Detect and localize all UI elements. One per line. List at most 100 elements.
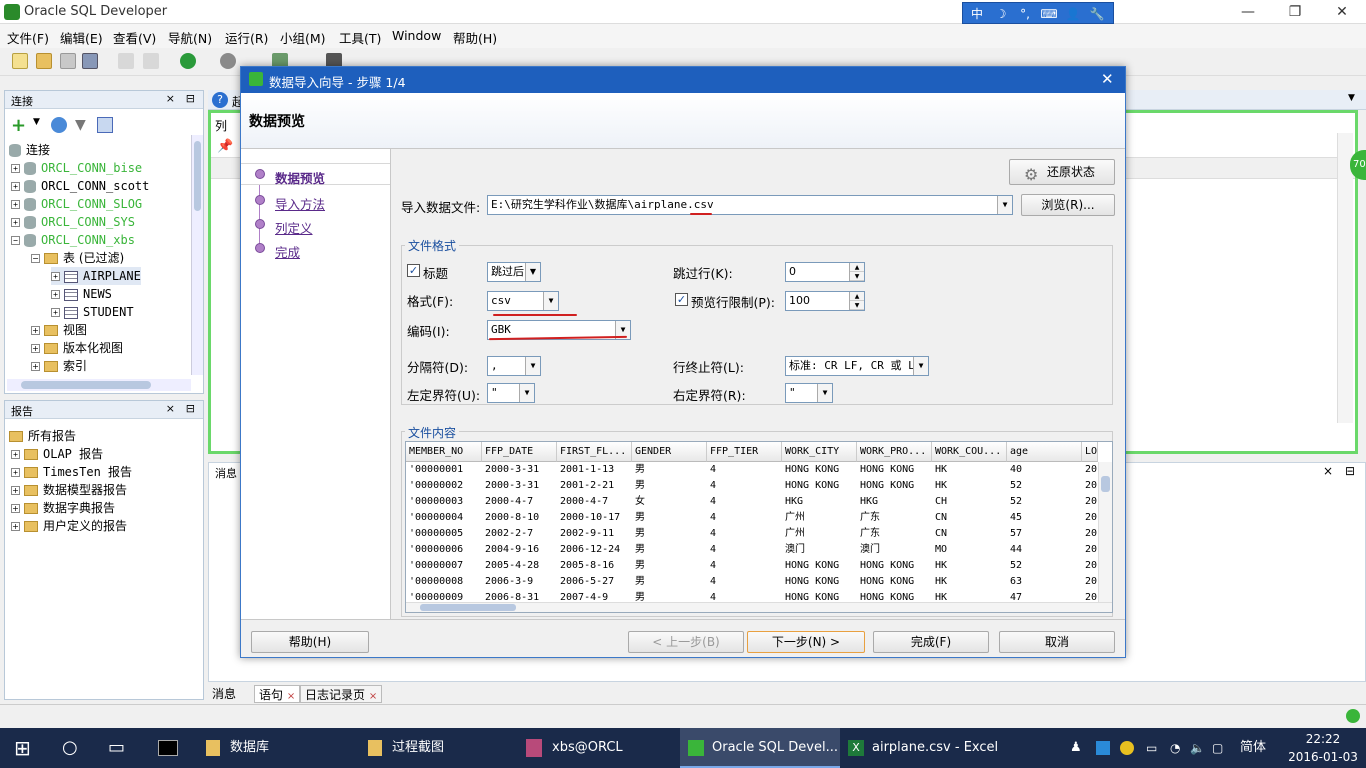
connection-item[interactable]: + ORCL_CONN_scott [11,177,149,195]
expand-icon[interactable]: + [11,468,20,477]
close-icon[interactable]: × [369,691,377,702]
menu-file[interactable]: 文件(F) [7,28,49,47]
expand-icon[interactable]: + [11,200,20,209]
chevron-down-icon[interactable]: ▼ [997,196,1012,214]
expand-icon[interactable]: + [11,522,20,531]
save-icon[interactable] [60,53,76,69]
columns-tab[interactable]: 列 [215,117,227,134]
restore-button[interactable]: ❐ [1272,0,1318,24]
line-terminator-select[interactable]: 标准: CR LF, CR 或 LF ▼ [785,356,929,376]
header-option-select[interactable]: 跳过后 ▼ [487,262,541,282]
tab-messages[interactable]: 消息 [208,685,240,703]
table-row[interactable]: '00000002 2000-3-31 2001-2-21 男 4 HONG KONG HO… [406,478,1098,494]
column-header[interactable]: WORK_COU... [932,442,1007,462]
tree-root[interactable]: 连接 [9,141,50,159]
column-header[interactable]: FIRST_FL... [557,442,632,462]
expand-icon[interactable]: + [11,164,20,173]
schema-browser-icon[interactable] [97,117,113,133]
back-button[interactable]: < 上一步(B) [628,631,744,653]
tab-logging-page[interactable]: 日志记录页 × [300,685,383,703]
task-view-icon[interactable]: ▭ [108,728,132,768]
close-icon[interactable]: × [287,691,295,702]
table-row[interactable]: '00000007 2005-4-28 2005-8-16 男 4 HONG KONG HO… [406,558,1098,574]
expand-icon[interactable]: + [11,218,20,227]
tray-plus-icon[interactable] [1120,728,1136,768]
connection-item[interactable]: + ORCL_CONN_SYS [11,213,135,231]
close-icon[interactable]: × [166,92,175,105]
column-header[interactable]: LO [1082,442,1098,462]
preview-limit-checkbox[interactable]: ✓ [675,293,688,306]
report-item[interactable]: + 数据字典报告 [11,499,115,517]
close-icon[interactable]: × [166,402,175,415]
taskbar-item-xbs-orcl[interactable]: xbs@ORCL [526,728,676,768]
report-item[interactable]: + OLAP 报告 [11,445,103,463]
step-data-preview[interactable]: 数据预览 [275,168,325,187]
step-finish[interactable]: 完成 [275,242,300,261]
spinner-arrows[interactable]: ▲ ▼ [849,263,864,281]
table-row[interactable]: '00000001 2000-3-31 2001-1-13 男 4 HONG KONG HO… [406,462,1098,478]
table-row[interactable]: '00000004 2000-8-10 2000-10-17 男 4 广州 广东 CN 45 20 [406,510,1098,526]
step-column-definition[interactable]: 列定义 [275,218,313,237]
views-node[interactable]: + 视图 [31,321,87,339]
chevron-down-icon[interactable]: ▼ [525,357,540,375]
expand-icon[interactable]: + [31,344,40,353]
connection-item[interactable]: + ORCL_CONN_SLOG [11,195,142,213]
save-all-icon[interactable] [82,53,98,69]
ime-keyboard-icon[interactable]: ⌨ [1039,5,1059,23]
report-item[interactable]: 所有报告 [9,427,76,445]
menu-view[interactable]: 查看(V) [113,28,156,47]
tray-app-icon[interactable] [1096,728,1112,768]
help-button[interactable]: 帮助(H) [251,631,369,653]
tray-person-icon[interactable]: ♟ [1070,728,1084,768]
ime-punct-icon[interactable]: °, [1015,5,1035,23]
horizontal-scrollbar[interactable] [406,602,1112,612]
chevron-down-icon[interactable]: ▼ [525,263,540,281]
ime-user-icon[interactable]: 👤 [1063,5,1083,23]
open-icon[interactable] [36,53,52,69]
tab-statements[interactable]: 语句 × [254,685,301,703]
column-header[interactable]: WORK_CITY [782,442,857,462]
close-button[interactable]: ✕ [1319,0,1365,24]
column-header[interactable]: FFP_DATE [482,442,557,462]
vertical-scrollbar[interactable] [191,135,203,375]
restore-state-button[interactable]: ⚙ 还原状态 [1009,159,1115,185]
vertical-scrollbar[interactable] [1337,133,1353,423]
preview-table[interactable]: MEMBER_NO FFP_DATE FIRST_FL... GENDER FF… [405,441,1113,613]
filter-icon[interactable]: ▼ [75,117,86,133]
table-row[interactable]: '00000006 2004-9-16 2006-12-24 男 4 澳门 澳门 MO 44 20 [406,542,1098,558]
delimiter-select[interactable]: , ▼ [487,356,541,376]
volume-icon[interactable]: 🔈 [1190,728,1206,768]
expand-icon[interactable]: + [11,450,20,459]
expand-icon[interactable]: + [51,272,60,281]
spinner-arrows[interactable]: ▲ ▼ [849,292,864,310]
menu-tools[interactable]: 工具(T) [339,28,381,47]
expand-icon[interactable]: + [51,308,60,317]
chevron-down-icon[interactable]: ▼ [543,292,558,310]
terminal-icon[interactable] [158,728,180,768]
expand-icon[interactable]: + [31,326,40,335]
right-enclosure-select[interactable]: " ▼ [785,383,833,403]
taskbar-item-screenshots-folder[interactable]: 过程截图 [368,728,518,768]
notification-icon[interactable]: ▢ [1212,728,1226,768]
refresh-icon[interactable] [51,117,67,133]
taskbar-item-excel[interactable]: Xairplane.csv - Excel [848,728,1008,768]
wifi-icon[interactable]: ◔ [1170,728,1186,768]
header-checkbox[interactable]: ✓ [407,264,420,277]
menu-navigate[interactable]: 导航(N) [168,28,212,47]
vertical-scrollbar[interactable] [1098,462,1112,602]
preview-limit-spinner[interactable]: 100 ▲ ▼ [785,291,865,311]
menu-run[interactable]: 运行(R) [225,28,268,47]
table-row[interactable]: '00000008 2006-3-9 2006-5-27 男 4 HONG KONG HON… [406,574,1098,590]
taskbar-item-sql-developer[interactable]: Oracle SQL Devel... [680,728,840,768]
ime-lang-button[interactable]: 中 [967,5,987,23]
connection-item[interactable]: + ORCL_CONN_bise [11,159,142,177]
minimize-pane-icon[interactable]: ⊟ [186,92,195,105]
table-row[interactable]: '00000005 2002-2-7 2002-9-11 男 4 广州 广东 CN 57 20 [406,526,1098,542]
minimize-pane-icon[interactable]: ⊟ [1345,464,1355,478]
language-indicator[interactable]: 简体 [1240,728,1270,768]
next-button[interactable]: 下一步(N) > [747,631,865,653]
menu-edit[interactable]: 编辑(E) [60,28,103,47]
chevron-down-icon[interactable]: ▼ [817,384,832,402]
expand-icon[interactable]: + [11,486,20,495]
browse-button[interactable]: 浏览(R)... [1021,194,1115,216]
